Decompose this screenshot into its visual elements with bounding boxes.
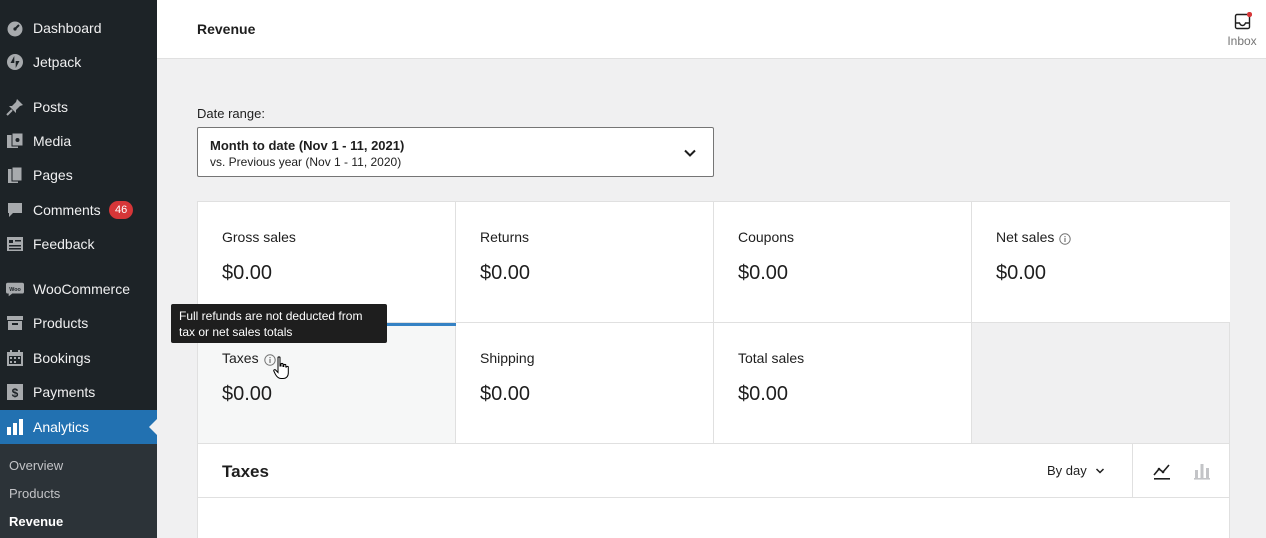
dollar-icon: $ [6,383,24,401]
sidebar-item-label: Products [33,315,89,331]
admin-sidebar: Dashboard Jetpack Posts Media Pages Comm… [0,0,157,538]
calendar-icon [6,349,24,367]
sidebar-item-label: Dashboard [33,20,102,36]
interval-select[interactable]: By day [1047,463,1105,478]
sidebar-item-analytics[interactable]: Analytics [0,410,157,444]
chevron-down-icon [683,146,697,160]
comments-count-badge: 46 [109,201,134,219]
sidebar-item-label: Bookings [33,350,91,366]
summary-label: Returns [480,229,530,245]
date-range-picker[interactable]: Month to date (Nov 1 - 11, 2021) vs. Pre… [197,127,714,177]
summary-value: $0.00 [996,262,1047,284]
sidebar-item-payments[interactable]: $ Payments [0,375,157,409]
taxes-info-tooltip: Full refunds are not deducted from tax o… [171,304,387,343]
summary-card-empty [972,323,1229,444]
summary-card-net-sales[interactable]: Net sales $0.00 [972,202,1230,323]
summary-card-total-sales[interactable]: Total sales $0.00 [714,323,972,444]
analytics-submenu: Overview Products Revenue [0,444,157,538]
sidebar-item-dashboard[interactable]: Dashboard [0,11,157,45]
submenu-item-products[interactable]: Products [9,486,60,501]
summary-value: $0.00 [738,262,789,284]
date-range-label: Date range: [197,106,265,121]
interval-label: By day [1047,463,1087,478]
svg-text:Woo: Woo [9,287,21,293]
page-title: Revenue [197,21,256,37]
summary-label: Total sales [738,350,805,366]
summary-label-wrap: Taxes [222,350,276,366]
bar-chart-type-icon[interactable] [1191,460,1213,482]
feedback-icon [6,235,24,253]
dashboard-icon [6,19,24,37]
summary-label: Shipping [480,350,535,366]
svg-text:$: $ [12,386,19,400]
woocommerce-icon: Woo [6,280,24,298]
sidebar-item-label: Feedback [33,236,95,252]
bar-chart-icon [6,418,24,436]
summary-value: $0.00 [222,383,273,405]
summary-card-shipping[interactable]: Shipping $0.00 [456,323,714,444]
summary-value: $0.00 [480,383,531,405]
summary-value: $0.00 [222,262,273,284]
summary-label: Net sales [996,229,1055,245]
summary-value: $0.00 [738,383,789,405]
summary-label: Taxes [222,350,259,366]
sidebar-item-label: WooCommerce [33,281,130,297]
sidebar-item-bookings[interactable]: Bookings [0,341,157,375]
sidebar-item-label: Comments [33,202,101,218]
sidebar-item-label: Analytics [33,419,90,435]
sidebar-item-pages[interactable]: Pages [0,158,157,192]
sidebar-item-feedback[interactable]: Feedback [0,227,157,261]
chevron-down-icon [1095,467,1104,474]
chart-title: Taxes [222,462,269,481]
media-icon [6,132,24,150]
sidebar-item-jetpack[interactable]: Jetpack [0,45,157,79]
chart-toolbar-divider [1132,444,1133,498]
jetpack-icon [6,53,24,71]
summary-card-returns[interactable]: Returns $0.00 [456,202,714,323]
sidebar-item-label: Pages [33,167,73,183]
chart-panel: Taxes By day [197,443,1230,538]
summary-value: $0.00 [480,262,531,284]
summary-label: Gross sales [222,229,296,245]
sidebar-item-label: Payments [33,384,96,400]
archive-icon [6,314,24,332]
inbox-icon [1234,11,1253,30]
sidebar-item-products[interactable]: Products [0,306,157,340]
comment-icon [6,201,24,219]
sidebar-item-label: Media [33,133,72,149]
hand-pointer-cursor [273,356,289,380]
info-icon[interactable] [1059,232,1072,245]
summary-card-coupons[interactable]: Coupons $0.00 [714,202,972,323]
sidebar-item-woocommerce[interactable]: Woo WooCommerce [0,272,157,306]
summary-label: Coupons [738,229,795,245]
date-range-primary: Month to date (Nov 1 - 11, 2021) [210,138,405,153]
submenu-item-overview[interactable]: Overview [9,458,63,473]
sidebar-item-posts[interactable]: Posts [0,90,157,124]
line-chart-icon[interactable] [1151,460,1173,482]
inbox-label: Inbox [1227,34,1257,48]
sidebar-item-label: Jetpack [33,54,82,70]
page-header: Revenue Inbox [157,0,1266,59]
pin-icon [6,98,24,116]
sidebar-item-comments[interactable]: Comments 46 [0,193,157,227]
inbox-button[interactable]: Inbox [1222,8,1262,52]
sidebar-item-media[interactable]: Media [0,124,157,158]
submenu-item-revenue[interactable]: Revenue [9,514,63,529]
pages-icon [6,166,24,184]
sidebar-item-label: Posts [33,99,69,115]
summary-label-wrap: Net sales [996,229,1072,245]
date-range-comparison: vs. Previous year (Nov 1 - 11, 2020) [210,155,402,169]
chart-header: Taxes By day [198,444,1229,498]
